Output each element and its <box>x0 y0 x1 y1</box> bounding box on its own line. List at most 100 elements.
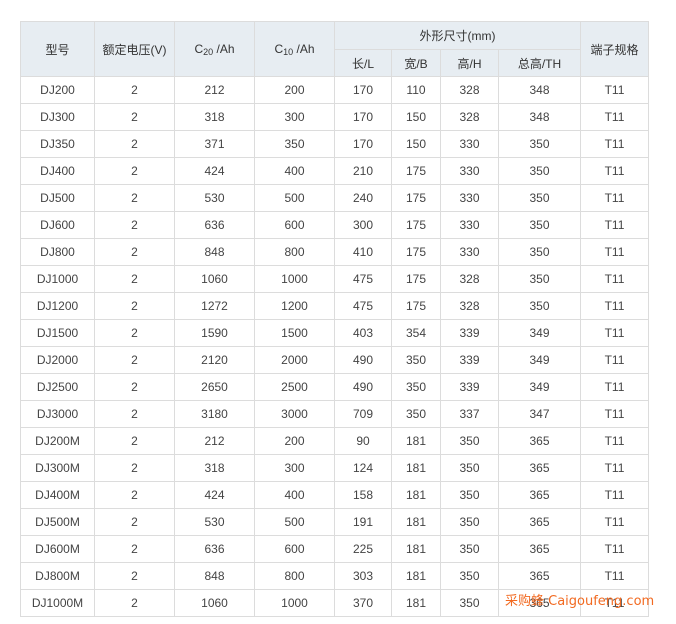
header-c10-letter: C <box>274 41 284 56</box>
cell-height: 339 <box>440 373 499 401</box>
table-row: DJ2500 2 2650 2500 490 350 339 349 T11 <box>20 373 649 401</box>
cell-model: DJ400M <box>20 481 95 509</box>
cell-width: 350 <box>391 346 441 374</box>
cell-height: 350 <box>440 535 499 563</box>
cell-terminal: T11 <box>580 184 649 212</box>
cell-c10: 1000 <box>254 265 335 293</box>
cell-c10: 800 <box>254 238 335 266</box>
cell-height: 350 <box>440 508 499 536</box>
table-row: DJ400M 2 424 400 158 181 350 365 T11 <box>20 481 649 509</box>
header-terminal: 端子规格 <box>580 21 649 77</box>
cell-width: 181 <box>391 481 441 509</box>
cell-terminal: T11 <box>580 454 649 482</box>
cell-length: 124 <box>334 454 392 482</box>
table-row: DJ400 2 424 400 210 175 330 350 T11 <box>20 157 649 185</box>
table-row: DJ800M 2 848 800 303 181 350 365 T11 <box>20 562 649 590</box>
header-c10-unit: /Ah <box>293 41 315 56</box>
cell-height: 337 <box>440 400 499 428</box>
cell-terminal: T11 <box>580 508 649 536</box>
cell-c10: 600 <box>254 211 335 239</box>
cell-terminal: T11 <box>580 400 649 428</box>
cell-c10: 500 <box>254 184 335 212</box>
cell-height: 339 <box>440 319 499 347</box>
cell-terminal: T11 <box>580 238 649 266</box>
cell-total-height: 350 <box>498 184 581 212</box>
header-height: 高/H <box>440 49 499 77</box>
cell-height: 328 <box>440 265 499 293</box>
header-c20-letter: C <box>194 41 204 56</box>
table-row: DJ1500 2 1590 1500 403 354 339 349 T11 <box>20 319 649 347</box>
table-row: DJ500M 2 530 500 191 181 350 365 T11 <box>20 508 649 536</box>
cell-width: 354 <box>391 319 441 347</box>
cell-terminal: T11 <box>580 535 649 563</box>
cell-model: DJ600 <box>20 211 95 239</box>
table-row: DJ1000 2 1060 1000 475 175 328 350 T11 <box>20 265 649 293</box>
cell-c20: 212 <box>174 427 255 455</box>
header-c20-unit: /Ah <box>213 41 235 56</box>
cell-c20: 424 <box>174 481 255 509</box>
header-dimensions: 外形尺寸(mm) <box>334 21 581 50</box>
cell-length: 225 <box>334 535 392 563</box>
cell-terminal: T11 <box>580 292 649 320</box>
cell-model: DJ1000M <box>20 589 95 617</box>
cell-width: 150 <box>391 130 441 158</box>
cell-length: 158 <box>334 481 392 509</box>
cell-voltage: 2 <box>94 103 175 131</box>
cell-c20: 1272 <box>174 292 255 320</box>
cell-height: 350 <box>440 427 499 455</box>
table-row: DJ350 2 371 350 170 150 330 350 T11 <box>20 130 649 158</box>
cell-height: 330 <box>440 130 499 158</box>
cell-length: 403 <box>334 319 392 347</box>
header-c20: C20 /Ah <box>174 21 255 77</box>
cell-length: 303 <box>334 562 392 590</box>
cell-total-height: 347 <box>498 400 581 428</box>
cell-width: 175 <box>391 265 441 293</box>
cell-terminal: T11 <box>580 103 649 131</box>
cell-height: 350 <box>440 562 499 590</box>
cell-c20: 530 <box>174 184 255 212</box>
cell-model: DJ350 <box>20 130 95 158</box>
cell-terminal: T11 <box>580 157 649 185</box>
table-row: DJ200 2 212 200 170 110 328 348 T11 <box>20 76 649 104</box>
table-row: DJ600 2 636 600 300 175 330 350 T11 <box>20 211 649 239</box>
cell-model: DJ600M <box>20 535 95 563</box>
table-row: DJ600M 2 636 600 225 181 350 365 T11 <box>20 535 649 563</box>
cell-terminal: T11 <box>580 319 649 347</box>
cell-c10: 1000 <box>254 589 335 617</box>
cell-total-height: 365 <box>498 562 581 590</box>
cell-c20: 636 <box>174 211 255 239</box>
cell-voltage: 2 <box>94 265 175 293</box>
header-row-top: 型号 额定电压(V) C20 /Ah C10 /Ah 外形尺寸(mm) 端子规格 <box>20 21 649 77</box>
cell-terminal: T11 <box>580 427 649 455</box>
cell-c20: 2120 <box>174 346 255 374</box>
watermark: 采购蜂 Caigoufeng.com <box>505 594 655 609</box>
cell-c20: 424 <box>174 157 255 185</box>
cell-length: 410 <box>334 238 392 266</box>
cell-width: 181 <box>391 454 441 482</box>
cell-c20: 1590 <box>174 319 255 347</box>
cell-c10: 350 <box>254 130 335 158</box>
cell-model: DJ800M <box>20 562 95 590</box>
cell-height: 339 <box>440 346 499 374</box>
header-c10: C10 /Ah <box>254 21 335 77</box>
table-row: DJ3000 2 3180 3000 709 350 337 347 T11 <box>20 400 649 428</box>
cell-model: DJ300M <box>20 454 95 482</box>
cell-length: 170 <box>334 103 392 131</box>
cell-c20: 2650 <box>174 373 255 401</box>
cell-voltage: 2 <box>94 238 175 266</box>
cell-total-height: 350 <box>498 211 581 239</box>
cell-c10: 200 <box>254 76 335 104</box>
cell-terminal: T11 <box>580 211 649 239</box>
cell-model: DJ1000 <box>20 265 95 293</box>
cell-voltage: 2 <box>94 184 175 212</box>
cell-width: 181 <box>391 589 441 617</box>
cell-width: 150 <box>391 103 441 131</box>
cell-width: 110 <box>391 76 441 104</box>
cell-total-height: 365 <box>498 454 581 482</box>
cell-width: 350 <box>391 373 441 401</box>
cell-height: 350 <box>440 589 499 617</box>
cell-terminal: T11 <box>580 481 649 509</box>
cell-terminal: T11 <box>580 265 649 293</box>
cell-total-height: 350 <box>498 238 581 266</box>
cell-height: 330 <box>440 211 499 239</box>
